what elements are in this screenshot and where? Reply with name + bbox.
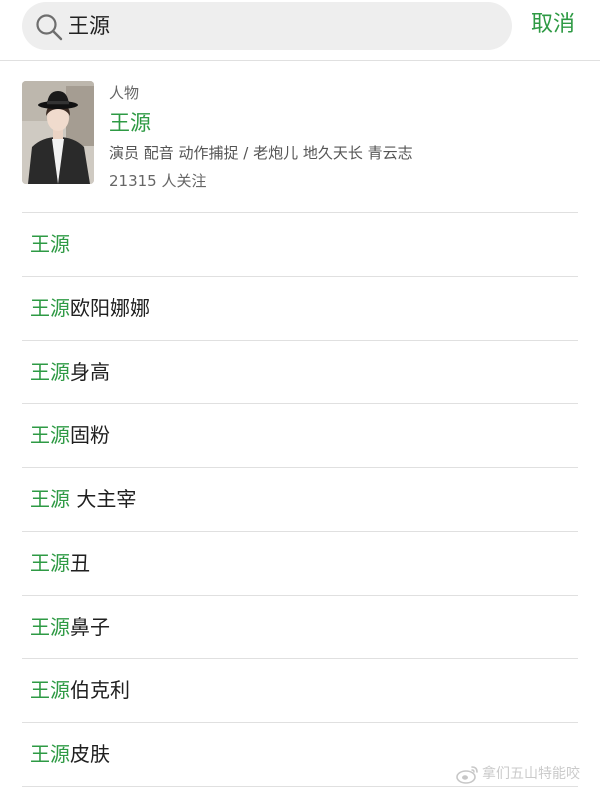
suggestion-rest: 欧阳娜娜 bbox=[70, 295, 150, 320]
search-page: 取消 人物 王源 演 bbox=[0, 0, 600, 791]
suggestion-highlight: 王源 bbox=[30, 742, 70, 766]
suggestion-text: 王源欧阳娜娜 bbox=[30, 277, 150, 340]
list-divider bbox=[22, 785, 578, 787]
card-follower-count: 21315 人关注 bbox=[109, 172, 207, 190]
suggestion-highlight: 王源 bbox=[30, 232, 70, 256]
suggestion-text: 王源鼻子 bbox=[30, 596, 110, 659]
suggestion-item[interactable]: 王源鼻子 bbox=[0, 596, 600, 660]
suggestion-text: 王源伯克利 bbox=[30, 659, 130, 722]
avatar-image bbox=[22, 81, 94, 184]
search-icon bbox=[36, 14, 63, 41]
suggestion-text: 王源 大主宰 bbox=[30, 468, 136, 531]
cancel-button[interactable]: 取消 bbox=[531, 10, 575, 40]
avatar bbox=[22, 81, 94, 184]
search-bar[interactable] bbox=[22, 2, 512, 50]
suggestion-rest: 皮肤 bbox=[70, 742, 110, 766]
suggestion-rest: 大主宰 bbox=[70, 487, 137, 511]
suggestion-item[interactable]: 王源伯克利 bbox=[0, 659, 600, 723]
suggestion-item[interactable]: 王源 bbox=[0, 213, 600, 277]
suggestion-text: 王源身高 bbox=[30, 341, 110, 404]
card-person-name[interactable]: 王源 bbox=[109, 109, 151, 137]
weibo-logo-icon bbox=[456, 766, 478, 784]
suggestion-highlight: 王源 bbox=[30, 678, 70, 703]
suggestion-item[interactable]: 王源 大主宰 bbox=[0, 468, 600, 532]
suggestion-rest: 鼻子 bbox=[70, 614, 110, 639]
watermark: 拿们五山特能咬 bbox=[456, 764, 596, 784]
suggestion-rest: 固粉 bbox=[70, 423, 110, 448]
suggestion-highlight: 王源 bbox=[30, 614, 70, 639]
suggestion-rest: 身高 bbox=[70, 359, 110, 384]
suggestion-rest: 伯克利 bbox=[70, 678, 130, 703]
person-result-card[interactable]: 人物 王源 演员 配音 动作捕捉 / 老炮儿 地久天长 青云志 21315 人关… bbox=[0, 61, 600, 212]
card-category-label: 人物 bbox=[109, 84, 140, 102]
watermark-text: 拿们五山特能咬 bbox=[482, 766, 580, 782]
suggestion-item[interactable]: 王源丑 bbox=[0, 532, 600, 596]
suggestion-highlight: 王源 bbox=[30, 359, 70, 384]
suggestion-list: 王源 王源欧阳娜娜 王源身高 王源固粉 王源 大主宰 王源丑 王源鼻子 王源伯克… bbox=[0, 213, 600, 787]
search-input[interactable] bbox=[68, 2, 488, 50]
suggestion-text: 王源固粉 bbox=[30, 404, 110, 467]
suggestion-text: 王源皮肤 bbox=[30, 723, 110, 786]
suggestion-text: 王源 bbox=[30, 213, 70, 276]
suggestion-rest: 丑 bbox=[70, 550, 90, 575]
suggestion-highlight: 王源 bbox=[30, 423, 70, 448]
suggestion-highlight: 王源 bbox=[30, 550, 70, 575]
suggestion-item[interactable]: 王源欧阳娜娜 bbox=[0, 277, 600, 341]
card-tags: 演员 配音 动作捕捉 / 老炮儿 地久天长 青云志 bbox=[109, 144, 413, 162]
suggestion-item[interactable]: 王源固粉 bbox=[0, 404, 600, 468]
suggestion-highlight: 王源 bbox=[30, 295, 70, 320]
suggestion-text: 王源丑 bbox=[30, 532, 90, 595]
suggestion-item[interactable]: 王源身高 bbox=[0, 341, 600, 405]
suggestion-highlight: 王源 bbox=[30, 487, 70, 511]
